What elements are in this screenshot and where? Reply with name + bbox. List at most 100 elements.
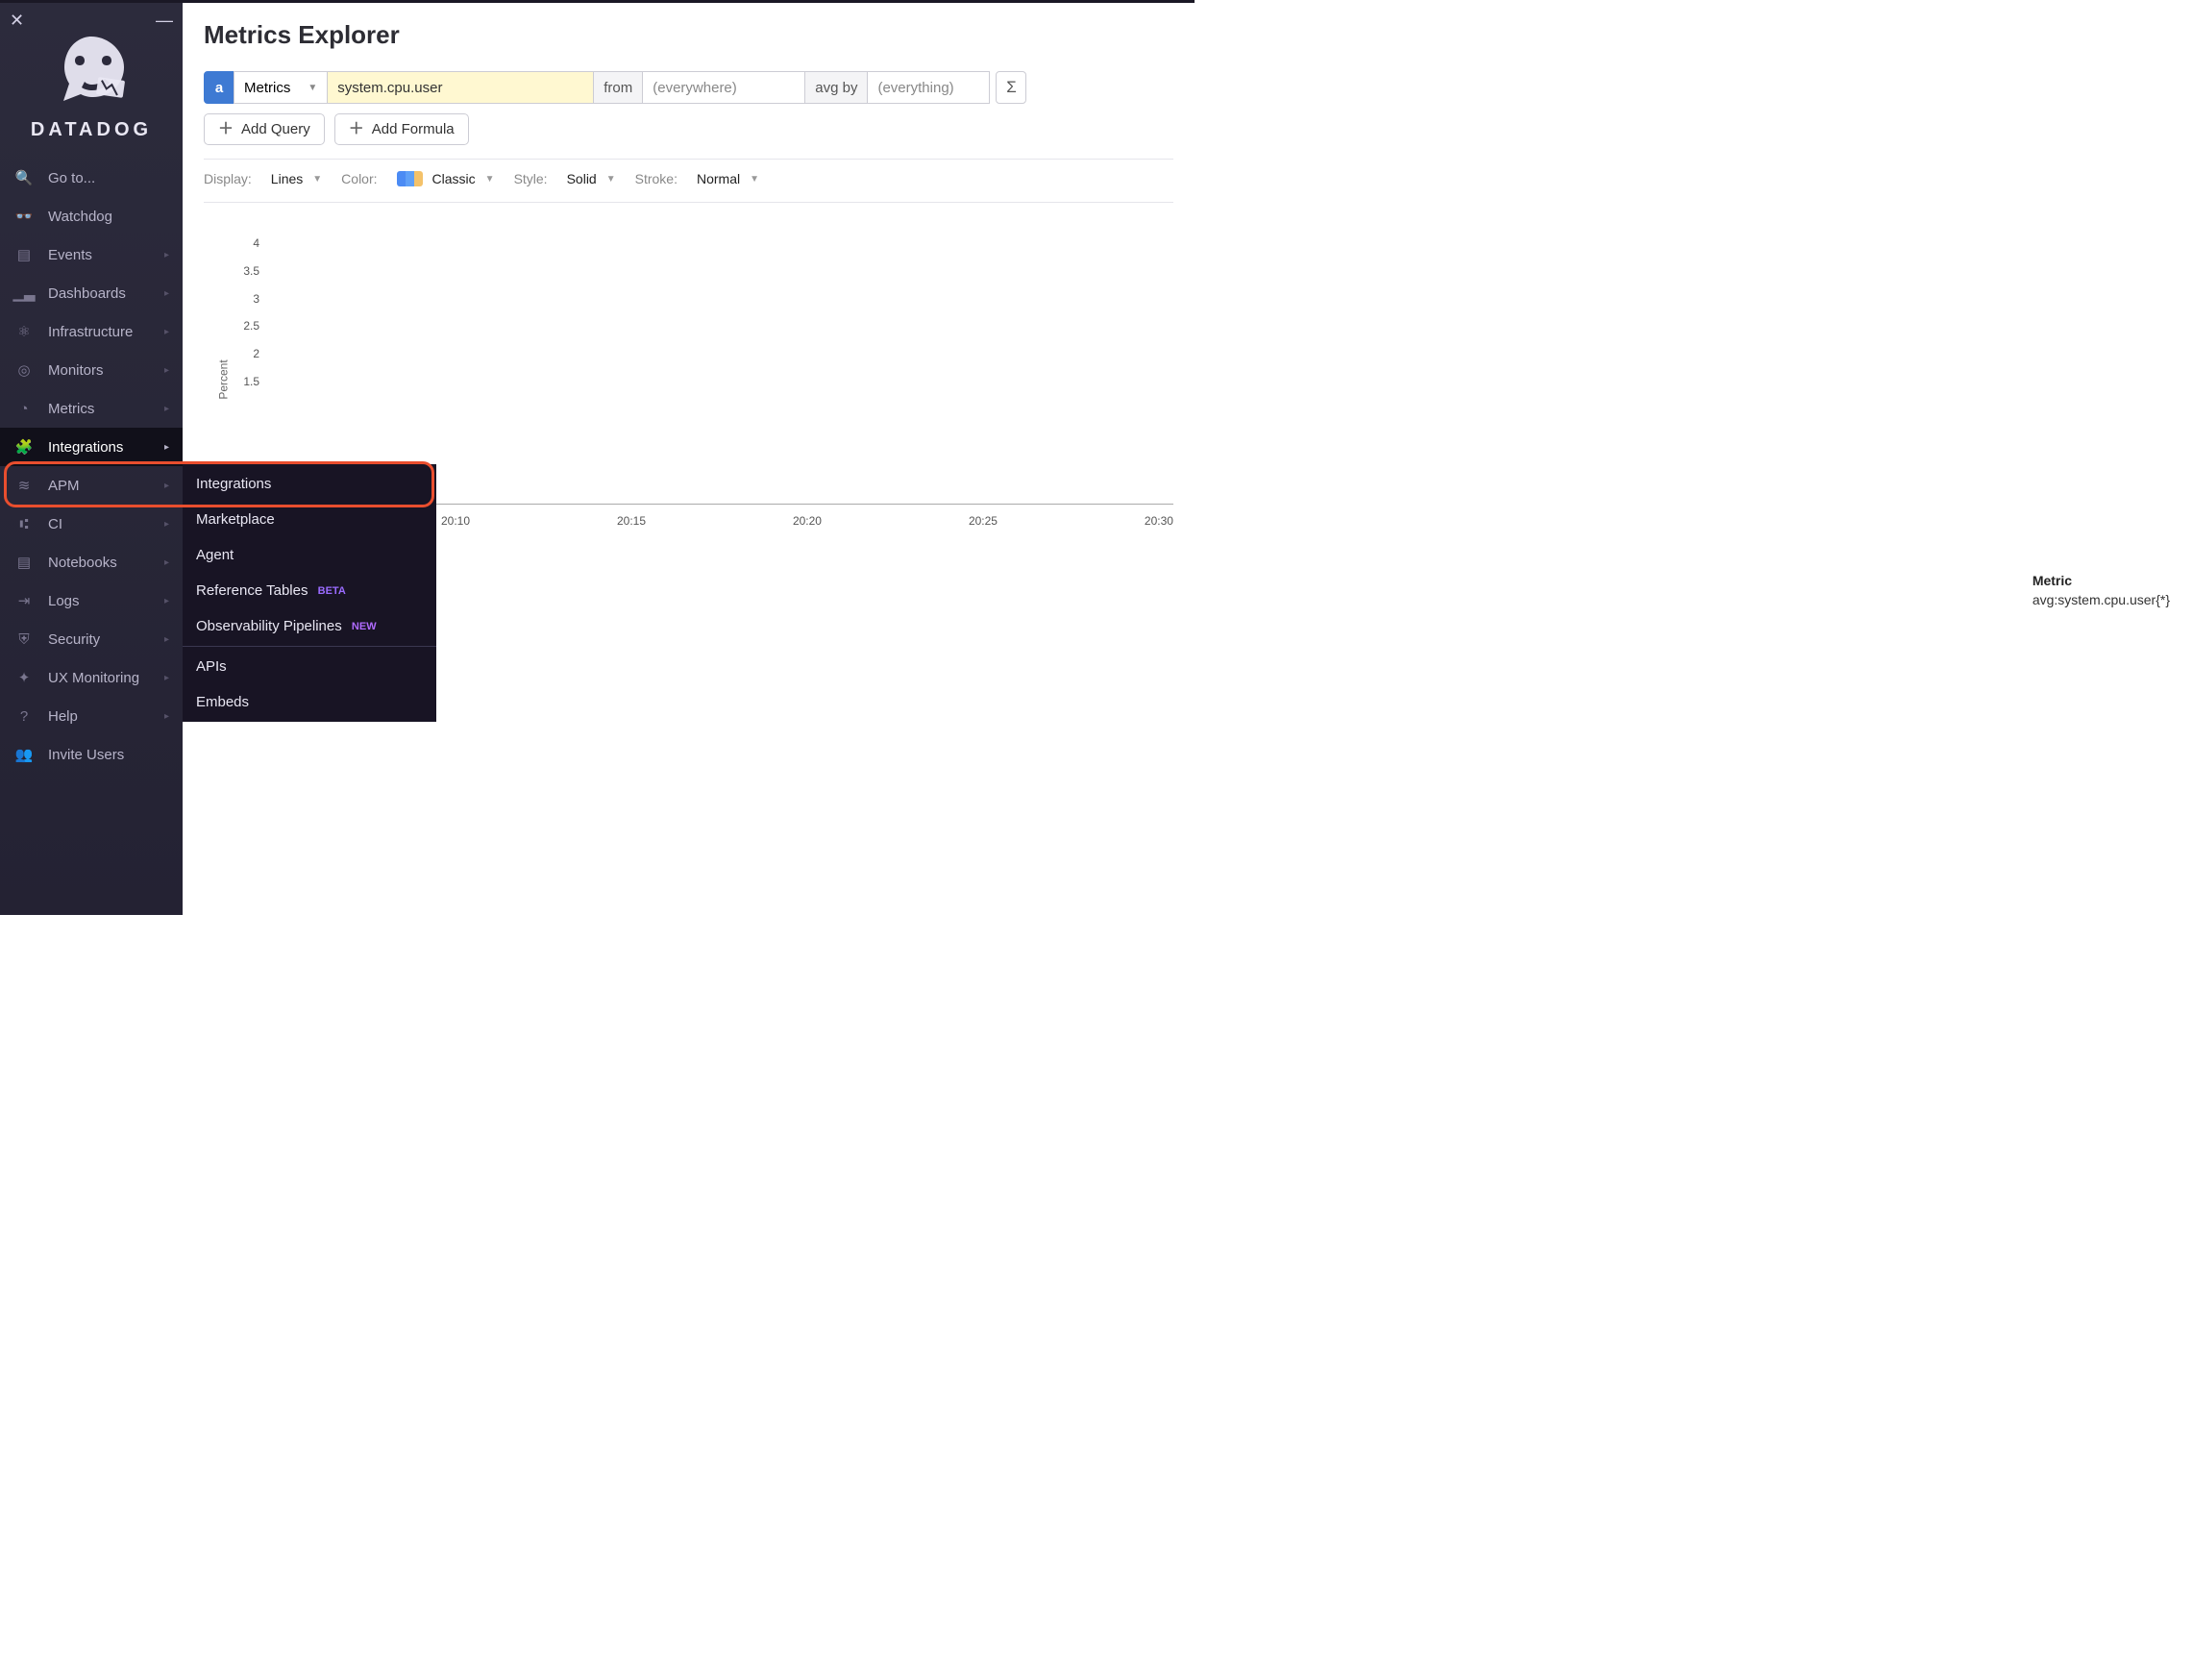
stroke-label: Stroke: (635, 171, 678, 186)
query-source-dropdown[interactable]: Metrics ▼ (234, 71, 328, 104)
add-formula-label: Add Formula (372, 121, 455, 137)
brand-name: DATADOG (19, 119, 163, 141)
logs-icon: ⇥ (13, 591, 35, 610)
style-label: Style: (514, 171, 548, 186)
minimize-icon[interactable]: — (156, 11, 173, 31)
submenu-item-agent[interactable]: Agent (183, 537, 436, 573)
nav-main: 🔍Go to...👓Watchdog▤Events▸▁▃Dashboards▸⚛… (0, 159, 183, 697)
submenu-item-integrations[interactable]: Integrations (183, 466, 436, 502)
submenu-item-marketplace[interactable]: Marketplace (183, 502, 436, 537)
query-metric-value: system.cpu.user (337, 80, 442, 96)
sidebar-item-ux-monitoring[interactable]: ✦UX Monitoring▸ (0, 658, 183, 697)
add-formula-button[interactable]: ＋ Add Formula (334, 113, 469, 145)
plus-icon: ＋ (349, 122, 364, 137)
chart-xtick: 20:15 (617, 514, 646, 528)
sidebar-item-label: Go to... (48, 170, 95, 186)
sidebar-item-label: Events (48, 247, 92, 263)
brand-logo: DATADOG (0, 31, 183, 159)
sidebar-item-ci[interactable]: ⑆CI▸ (0, 505, 183, 543)
chart-xtick: 20:25 (969, 514, 998, 528)
chevron-right-icon: ▸ (164, 519, 169, 530)
sidebar-item-integrations[interactable]: 🧩Integrations▸ (0, 428, 183, 466)
nav-bottom: ?Help▸👥Invite Users (0, 697, 183, 915)
badge-new: NEW (352, 621, 377, 632)
chart-ytick: 3 (231, 292, 259, 306)
query-source-label: Metrics (244, 80, 290, 96)
sidebar-item-label: Monitors (48, 362, 104, 379)
binoculars-icon: 👓 (13, 207, 35, 226)
target-icon: ◎ (13, 360, 35, 380)
search-icon: 🔍 (13, 168, 35, 187)
ux-icon: ✦ (13, 668, 35, 687)
sidebar-item-logs[interactable]: ⇥ Logs ▸ (0, 581, 183, 620)
submenu-item-apis[interactable]: APIs (183, 649, 436, 684)
stroke-dropdown[interactable]: Normal ▼ (697, 171, 759, 186)
main-content: Metrics Explorer a Metrics ▼ system.cpu.… (183, 3, 1195, 915)
submenu-item-reference-tables[interactable]: Reference Tables BETA (183, 573, 436, 608)
query-avgby-input[interactable]: (everything) (867, 71, 990, 104)
sidebar-item-label: Invite Users (48, 747, 124, 763)
display-options: Display: Lines ▼ Color: Classic ▼ Style:… (204, 171, 1173, 203)
chart-ylabel: Percent (217, 359, 231, 399)
sidebar-item-metrics[interactable]: ◔Metrics▸ (0, 389, 183, 428)
query-from-label: from (593, 71, 643, 104)
query-from-placeholder: (everywhere) (653, 80, 737, 96)
sidebar-item-go-to-[interactable]: 🔍 Go to... (0, 159, 183, 197)
add-query-button[interactable]: ＋ Add Query (204, 113, 325, 145)
page-title: Metrics Explorer (204, 20, 1173, 50)
sidebar-item-label: Integrations (48, 439, 123, 456)
sidebar-item-label: Notebooks (48, 555, 117, 571)
sidebar-item-help[interactable]: ?Help▸ (0, 697, 183, 735)
sidebar-item-events[interactable]: ▤Events▸ (0, 235, 183, 274)
chevron-right-icon: ▸ (164, 442, 169, 453)
sidebar-item-invite-users[interactable]: 👥Invite Users (0, 735, 183, 774)
display-dropdown[interactable]: Lines ▼ (271, 171, 322, 186)
sidebar-item-notebooks[interactable]: ▤Notebooks▸ (0, 543, 183, 581)
display-value: Lines (271, 171, 303, 186)
sidebar-item-infrastructure[interactable]: ⚛Infrastructure▸ (0, 312, 183, 351)
sidebar-item-label: Logs (48, 593, 80, 609)
chevron-right-icon: ▸ (164, 634, 169, 645)
sidebar-item-label: APM (48, 478, 80, 494)
submenu-item-label: Observability Pipelines (196, 618, 342, 634)
chart-icon: ▁▃ (13, 284, 35, 303)
submenu-item-observability-pipelines[interactable]: Observability Pipelines NEW (183, 608, 436, 644)
submenu-item-label: Embeds (196, 694, 249, 710)
submenu-divider (183, 646, 436, 647)
query-from-input[interactable]: (everywhere) (642, 71, 805, 104)
submenu-item-label: Integrations (196, 476, 271, 492)
chevron-right-icon: ▸ (164, 711, 169, 722)
sidebar-item-label: Watchdog (48, 209, 112, 225)
query-metric-input[interactable]: system.cpu.user (327, 71, 594, 104)
submenu-item-label: Agent (196, 547, 234, 563)
color-dropdown[interactable]: Classic ▼ (397, 171, 495, 186)
submenu-item-label: APIs (196, 658, 227, 675)
close-icon[interactable]: ✕ (10, 11, 24, 31)
caret-down-icon: ▼ (308, 83, 317, 93)
chart-xtick: 20:10 (441, 514, 470, 528)
sidebar-item-apm[interactable]: ≋APM▸ (0, 466, 183, 505)
submenu-item-label: Reference Tables (196, 582, 308, 599)
sidebar-item-dashboards[interactable]: ▁▃Dashboards▸ (0, 274, 183, 312)
chart-legend: Metric avg:system.cpu.user{*} (2033, 573, 2170, 607)
style-dropdown[interactable]: Solid ▼ (567, 171, 616, 186)
chevron-right-icon: ▸ (164, 288, 169, 299)
sidebar: ✕ — DATADOG 🔍Go to...👓Watchdog▤Events▸▁▃… (0, 3, 183, 915)
sidebar-item-watchdog[interactable]: 👓 Watchdog (0, 197, 183, 235)
aggregate-button[interactable]: Σ (996, 71, 1026, 104)
display-label: Display: (204, 171, 252, 186)
sidebar-item-security[interactable]: ⛨Security▸ (0, 620, 183, 658)
add-query-label: Add Query (241, 121, 310, 137)
chevron-right-icon: ▸ (164, 596, 169, 606)
chevron-right-icon: ▸ (164, 404, 169, 414)
query-tag[interactable]: a (204, 71, 234, 104)
submenu-item-embeds[interactable]: Embeds (183, 684, 436, 720)
gauge-icon: ◔ (13, 399, 35, 418)
chevron-right-icon: ▸ (164, 481, 169, 491)
chevron-right-icon: ▸ (164, 250, 169, 260)
book-icon: ▤ (13, 553, 35, 572)
chart-xtick: 20:30 (1145, 514, 1173, 528)
sidebar-item-monitors[interactable]: ◎Monitors▸ (0, 351, 183, 389)
chart-ytick: 2.5 (231, 319, 259, 333)
chart-ytick: 3.5 (231, 264, 259, 278)
